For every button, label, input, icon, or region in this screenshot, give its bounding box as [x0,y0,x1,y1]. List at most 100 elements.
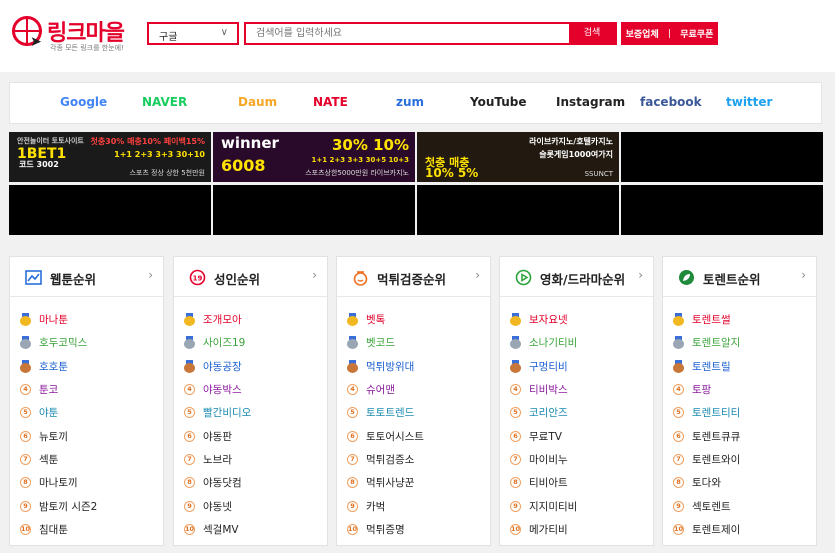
rank-item[interactable]: 6 토토어시스트 [347,424,424,447]
cursor-icon: ➤ [30,34,42,50]
rank-item[interactable]: 10 토렌트제이 [673,518,740,541]
rank-item[interactable]: 4 툰코 [20,378,97,401]
rank-item[interactable]: 호두코믹스 [20,331,97,354]
rank-item[interactable]: 10 먹튀증명 [347,518,424,541]
rank-item[interactable]: 5 코리안즈 [510,401,577,424]
image-icon [25,269,42,286]
portal-facebook[interactable]: facebook [640,95,702,109]
portal-nate[interactable]: NATE [313,95,348,109]
rank-item[interactable]: 7 노브라 [184,448,251,471]
rank-item[interactable]: 5 토렌트티티 [673,401,740,424]
rank-item[interactable]: 5 빨간비디오 [184,401,251,424]
rank-item[interactable]: 토렌트썰 [673,308,740,331]
rank-item[interactable]: 6 야동판 [184,424,251,447]
search-button[interactable]: 검색 [569,24,615,43]
bronze-medal-icon [184,359,195,373]
portal-youtube[interactable]: YouTube [470,95,527,109]
rank-item[interactable]: 5 토토트렌드 [347,401,424,424]
rank-item[interactable]: 조개모아 [184,308,251,331]
rank-item[interactable]: 5 야툰 [20,401,97,424]
banner-ad-3[interactable]: 라이브카지노/호텔카지노 첫충 매충 10% 5% 슬롯게임1000여가지 SS… [417,132,619,182]
rank-item[interactable]: 구멍티비 [510,355,577,378]
banner-title: 안전놀이터 토토사이트 [17,137,84,145]
rank-item[interactable]: 토렌트릴 [673,355,740,378]
rank-item[interactable]: 7 먹튀검증소 [347,448,424,471]
rank-item-label: 토토트렌드 [366,407,415,420]
rank-item[interactable]: 10 메가티비 [510,518,577,541]
portal-google[interactable]: Google [60,95,107,109]
rank-item[interactable]: 9 섹토렌트 [673,494,740,517]
partner-link[interactable]: 보증업체 [626,27,659,40]
banner-ad-1[interactable]: 안전놀이터 토토사이트 1BET1 첫충30% 매충10% 페이백15% 1+1… [9,132,211,182]
portal-daum[interactable]: Daum [238,95,277,109]
portal-twitter[interactable]: twitter [726,95,772,109]
search-engine-select[interactable]: 구글 ∨ [147,22,239,45]
rank-number-icon: 4 [184,384,195,396]
rank-item[interactable]: 8 토다와 [673,471,740,494]
rank-item[interactable]: 토렌트알지 [673,331,740,354]
rank-list: 보자요넷 소나기티비 구멍티비 4 티비박스 5 코리안즈 6 무료TV 7 마이비누 8 티비아트 9 지… [510,308,577,541]
rank-item[interactable]: 벳톡 [347,308,424,331]
rank-item[interactable]: 8 티비아트 [510,471,577,494]
rank-item[interactable]: 6 뉴토끼 [20,424,97,447]
portal-instagram[interactable]: Instagram [556,95,625,109]
rank-item[interactable]: 7 섹툰 [20,448,97,471]
chevron-right-icon[interactable]: › [312,268,317,282]
rank-item[interactable]: 8 먹튀사냥꾼 [347,471,424,494]
rank-item[interactable]: 9 지지미티비 [510,494,577,517]
rank-item[interactable]: 소나기티비 [510,331,577,354]
banner-slot-4[interactable] [621,132,823,182]
rank-item[interactable]: 8 마나토끼 [20,471,97,494]
rank-item[interactable]: 야동공장 [184,355,251,378]
rank-item-label: 지지미티비 [529,500,578,513]
chevron-right-icon[interactable]: › [148,268,153,282]
banner-slot-6[interactable] [213,185,415,235]
rank-item-label: 야동박스 [203,384,242,397]
rank-item[interactable]: 9 밤토끼 시즌2 [20,494,97,517]
rank-item[interactable]: 7 마이비누 [510,448,577,471]
rank-number-icon: 10 [347,523,358,535]
site-logo[interactable]: ➤ 링크마을 각종 모든 링크를 한눈에! [12,14,137,56]
chevron-right-icon[interactable]: › [638,268,643,282]
rank-item[interactable]: 9 야동넷 [184,494,251,517]
rank-number-icon: 6 [184,430,195,442]
coupon-link[interactable]: 무료쿠폰 [680,27,713,40]
banner-slot-5[interactable] [9,185,211,235]
rank-item[interactable]: 10 침대툰 [20,518,97,541]
rank-item[interactable]: 10 섹걸MV [184,518,251,541]
rank-item-label: 밤토끼 시즌2 [39,500,98,513]
chevron-right-icon[interactable]: › [475,268,480,282]
play-icon [515,269,532,286]
chevron-right-icon[interactable]: › [801,268,806,282]
rank-item[interactable]: 벳코드 [347,331,424,354]
portal-naver[interactable]: NAVER [142,95,187,109]
banner-slot-8[interactable] [621,185,823,235]
logo-subtitle: 각종 모든 링크를 한눈에! [50,44,124,52]
rank-item[interactable]: 사이즈19 [184,331,251,354]
gold-medal-icon [510,313,521,327]
rank-item[interactable]: 6 무료TV [510,424,577,447]
banner-promo: 30% 10% [331,136,409,154]
rank-item[interactable]: 보자요넷 [510,308,577,331]
rank-item[interactable]: 4 슈어맨 [347,378,424,401]
rank-item[interactable]: 8 야동닷컴 [184,471,251,494]
bronze-medal-icon [510,359,521,373]
rank-item[interactable]: 6 토렌트큐큐 [673,424,740,447]
rank-item[interactable]: 먹튀방위대 [347,355,424,378]
rank-number-icon: 10 [510,523,521,535]
rank-item[interactable]: 4 토팡 [673,378,740,401]
bronze-medal-icon [347,359,358,373]
rank-item[interactable]: 4 티비박스 [510,378,577,401]
rank-item[interactable]: 마나툰 [20,308,97,331]
banner-ad-2[interactable]: winner 6008 30% 10% 1+1 2+3 3+3 30+5 10+… [213,132,415,182]
chevron-down-icon: ∨ [220,27,228,38]
search-input[interactable] [246,24,571,43]
rank-number-icon: 5 [184,407,195,419]
rank-item[interactable]: 4 야동박스 [184,378,251,401]
rank-item[interactable]: 7 토렌트와이 [673,448,740,471]
portal-zum[interactable]: zum [396,95,424,109]
ranking-card: 19 성인순위 › 조개모아 사이즈19 야동공장 4 야동박스 5 빨간비디오 6 야동판 7 노브라 8… [173,256,328,546]
rank-item[interactable]: 9 카벅 [347,494,424,517]
rank-item[interactable]: 호호툰 [20,355,97,378]
banner-slot-7[interactable] [417,185,619,235]
